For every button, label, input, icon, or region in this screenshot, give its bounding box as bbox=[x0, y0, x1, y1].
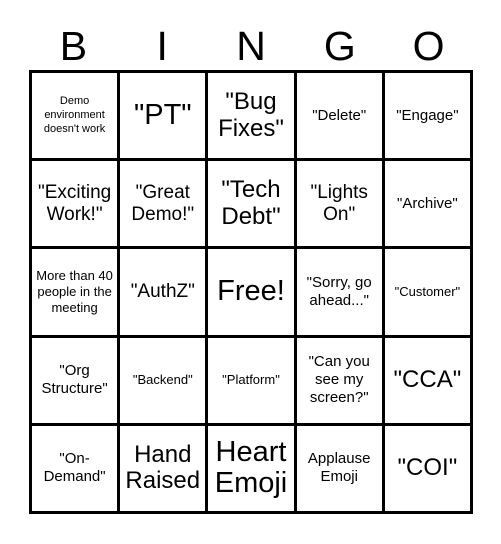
bingo-cell[interactable]: "Org Structure" bbox=[32, 337, 121, 426]
bingo-cell-label: "Exciting Work!" bbox=[37, 181, 112, 225]
bingo-header-letter-n: N bbox=[236, 23, 266, 69]
bingo-cell[interactable]: "CCA" bbox=[384, 337, 473, 426]
bingo-header-letter-i: I bbox=[156, 23, 168, 69]
bingo-cell-label: "Sorry, go ahead..." bbox=[306, 273, 372, 309]
bingo-cell-label: Heart Emoji bbox=[214, 435, 288, 500]
bingo-cell[interactable]: "Tech Debt" bbox=[208, 161, 297, 250]
bingo-card: B I N G O Demo environment doesn't work "… bbox=[0, 0, 501, 544]
bingo-cell-label: "Customer" bbox=[394, 284, 461, 300]
bingo-cell-label: "Archive" bbox=[397, 194, 458, 212]
bingo-cell-label: "Can you see my screen?" bbox=[308, 353, 370, 407]
bingo-cell-label: "COI" bbox=[397, 453, 458, 481]
bingo-cell[interactable]: Applause Emoji bbox=[296, 425, 385, 514]
bingo-cell[interactable]: "Can you see my screen?" bbox=[296, 337, 385, 426]
bingo-cell-label: "Engage" bbox=[396, 106, 459, 124]
bingo-cell-label: "Backend" bbox=[132, 372, 193, 388]
bingo-cell[interactable]: "Exciting Work!" bbox=[32, 161, 121, 250]
bingo-cell-label: "AuthZ" bbox=[130, 280, 195, 302]
bingo-cell[interactable]: "Engage" bbox=[384, 73, 473, 162]
bingo-cell-label: "Great Demo!" bbox=[131, 181, 195, 225]
bingo-cell-label: "CCA" bbox=[393, 365, 462, 393]
bingo-cell[interactable]: "Bug Fixes" bbox=[208, 73, 297, 162]
bingo-cell[interactable]: "Delete" bbox=[296, 73, 385, 162]
bingo-cell[interactable]: Free! bbox=[208, 249, 297, 338]
bingo-cell-label: Applause Emoji bbox=[307, 450, 371, 486]
bingo-cell[interactable]: "Archive" bbox=[384, 161, 473, 250]
bingo-cell[interactable]: "PT" bbox=[120, 73, 209, 162]
bingo-cell-label: More than 40 people in the meeting bbox=[36, 268, 113, 315]
bingo-cell[interactable]: Heart Emoji bbox=[208, 425, 297, 514]
bingo-cell-label: "Bug Fixes" bbox=[218, 87, 284, 142]
bingo-header-letter-o: O bbox=[412, 23, 445, 69]
bingo-cell[interactable]: "Platform" bbox=[208, 337, 297, 426]
bingo-cell[interactable]: "Backend" bbox=[120, 337, 209, 426]
bingo-header-letter-b: B bbox=[59, 23, 88, 69]
bingo-grid: Demo environment doesn't work "PT" "Bug Fi… bbox=[29, 70, 473, 514]
bingo-cell-label: "Lights On" bbox=[310, 181, 368, 225]
bingo-cell[interactable]: "AuthZ" bbox=[120, 249, 209, 338]
bingo-header-letter-g: G bbox=[323, 23, 356, 69]
bingo-header-row: B I N G O bbox=[29, 20, 473, 68]
bingo-cell[interactable]: "Lights On" bbox=[296, 161, 385, 250]
bingo-cell-label: "Delete" bbox=[312, 106, 367, 124]
bingo-cell[interactable]: "Great Demo!" bbox=[120, 161, 209, 250]
bingo-cell-label: Demo environment doesn't work bbox=[43, 94, 106, 135]
bingo-cell[interactable]: "Sorry, go ahead..." bbox=[296, 249, 385, 338]
bingo-cell[interactable]: Hand Raised bbox=[120, 425, 209, 514]
bingo-cell[interactable]: "COI" bbox=[384, 425, 473, 514]
bingo-cell-label: "PT" bbox=[133, 98, 192, 131]
bingo-cell-label: "Platform" bbox=[222, 372, 280, 388]
bingo-cell-label: "Org Structure" bbox=[41, 362, 108, 398]
bingo-cell-label: Hand Raised bbox=[125, 440, 201, 495]
bingo-cell-label: "Tech Debt" bbox=[221, 175, 281, 230]
bingo-cell[interactable]: "Customer" bbox=[384, 249, 473, 338]
bingo-cell[interactable]: Demo environment doesn't work bbox=[32, 73, 121, 162]
bingo-cell[interactable]: More than 40 people in the meeting bbox=[32, 249, 121, 338]
bingo-cell[interactable]: "On-Demand" bbox=[32, 425, 121, 514]
bingo-cell-label: "On-Demand" bbox=[43, 450, 106, 486]
bingo-cell-label: Free! bbox=[217, 275, 285, 308]
